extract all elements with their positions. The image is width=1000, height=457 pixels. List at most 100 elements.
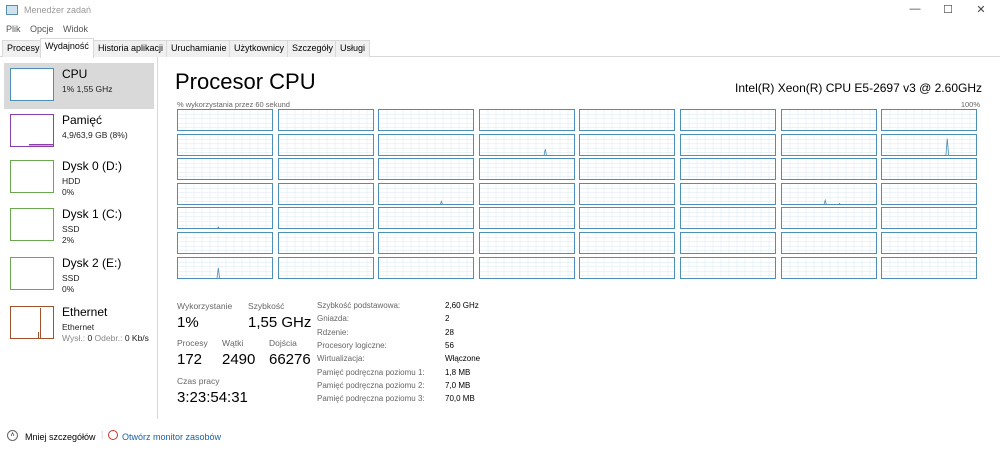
usage-line (379, 159, 474, 180)
cpu-model: Intel(R) Xeon(R) CPU E5-2697 v3 @ 2.60GH… (735, 81, 982, 95)
sidebar-item-value: 0% (62, 284, 75, 294)
disk-thumbnail-graph (10, 208, 54, 241)
handles-label: Dojścia (269, 338, 297, 348)
sidebar-item-value: 2% (62, 235, 75, 245)
logical-processor-graph (780, 182, 877, 205)
maximize-button[interactable]: ☐ (933, 3, 963, 19)
sidebar-item-type: HDD (62, 176, 81, 186)
usage-line (278, 159, 373, 180)
detail-label: Szybkość podstawowa: (317, 301, 401, 310)
usage-line (479, 257, 574, 278)
sidebar-item-cpu[interactable]: CPU 1% 1,55 GHz (4, 63, 154, 109)
usage-line (580, 208, 675, 229)
close-button[interactable]: ✕ (966, 3, 996, 19)
sidebar-item-value: Wysł.: 0 Odebr.: 0 Kb/s (62, 333, 149, 343)
usage-line (278, 134, 373, 155)
detail-value: 2 (445, 314, 450, 324)
fewer-details-button[interactable]: Mniej szczegółów (25, 432, 96, 442)
usage-line (379, 257, 474, 278)
memory-thumbnail-graph (10, 114, 54, 147)
sent-value: 0 (87, 333, 93, 343)
disk-thumbnail-graph (10, 160, 54, 193)
logical-processor-graph (881, 109, 978, 131)
tab-performance[interactable]: Wydajność (40, 38, 94, 58)
tab-services[interactable]: Usługi (335, 40, 371, 57)
tab-users[interactable]: Użytkownicy (229, 40, 290, 57)
usage-line (379, 134, 474, 155)
usage-line (681, 110, 775, 130)
tab-app-history[interactable]: Historia aplikacji (93, 40, 169, 57)
usage-line (882, 208, 977, 229)
logical-processor-graph (680, 182, 776, 205)
sidebar-item-disk-1[interactable]: Dysk 1 (C:) SSD 2% (4, 203, 154, 249)
chevron-up-icon[interactable]: ˄ (7, 430, 18, 441)
received-value: 0 Kb/s (124, 333, 149, 343)
logical-processor-graph (881, 256, 978, 279)
tab-startup[interactable]: Uruchamianie (166, 40, 232, 57)
tab-processes[interactable]: Procesy (2, 40, 45, 57)
usage-line (781, 183, 876, 204)
usage-line (681, 134, 775, 155)
logical-processor-graph (780, 256, 877, 279)
detail-label: Pamięć podręczna poziomu 3: (317, 394, 425, 404)
processes-value: 172 (177, 351, 203, 368)
usage-line (278, 208, 373, 229)
logical-processor-graph (579, 158, 676, 181)
usage-line (681, 233, 775, 253)
menu-file[interactable]: Plik (6, 24, 21, 34)
logical-processor-graph (277, 207, 374, 230)
usage-line (178, 110, 272, 130)
sidebar-item-disk-0[interactable]: Dysk 0 (D:) HDD 0% (4, 155, 154, 201)
logical-processor-graph (680, 109, 776, 131)
sidebar-item-type: SSD (62, 224, 80, 234)
detail-value: 70,0 MB (445, 394, 475, 404)
menu-view[interactable]: Widok (63, 24, 88, 34)
menu-options[interactable]: Opcje (30, 24, 54, 34)
sidebar-item-ethernet[interactable]: Ethernet Ethernet Wysł.: 0 Odebr.: 0 Kb/… (4, 301, 154, 347)
logical-processor-graph (680, 232, 776, 254)
sidebar-item-memory[interactable]: Pamięć 4,9/63,9 GB (8%) (4, 109, 154, 155)
logical-processor-graph (780, 207, 877, 230)
logical-processor-graph (881, 158, 978, 181)
logical-processor-graph (478, 182, 575, 205)
minimize-button[interactable]: — (900, 3, 930, 19)
usage-line (178, 257, 272, 278)
logical-processor-graph (277, 182, 374, 205)
logical-processor-graph (177, 182, 273, 205)
speed-label: Szybkość (248, 301, 285, 311)
logical-processor-graph (177, 109, 273, 131)
detail-value: 56 (445, 340, 454, 350)
resource-sidebar: CPU 1% 1,55 GHz Pamięć 4,9/63,9 GB (8%) … (0, 57, 158, 419)
usage-line (479, 110, 574, 130)
logical-processor-graph (680, 207, 776, 230)
open-resource-monitor-link[interactable]: Otwórz monitor zasobów (122, 432, 221, 442)
usage-line (278, 233, 373, 253)
detail-label: Pamięć podręczna poziomu 2: (317, 380, 425, 390)
usage-line (580, 257, 675, 278)
usage-line (681, 183, 775, 204)
graph-label: % wykorzystania przez 60 sekund (177, 100, 290, 109)
logical-processor-graph (177, 133, 273, 156)
threads-label: Wątki (222, 338, 244, 348)
logical-processor-graph (579, 256, 676, 279)
cpu-panel: Procesor CPU Intel(R) Xeon(R) CPU E5-269… (160, 57, 1000, 419)
usage-line (781, 233, 876, 253)
logical-processor-graph (378, 207, 475, 230)
tab-bar: Procesy Wydajność Historia aplikacji Uru… (0, 38, 1000, 58)
usage-label: Wykorzystanie (177, 301, 233, 311)
usage-line (379, 233, 474, 253)
disk-thumbnail-graph (10, 257, 54, 290)
sidebar-item-value: 1% 1,55 GHz (62, 84, 113, 94)
tab-details[interactable]: Szczegóły (287, 40, 339, 57)
uptime-value: 3:23:54:31 (177, 389, 248, 406)
graph-max-label: 100% (960, 100, 980, 109)
logical-processor-graph (378, 109, 475, 131)
speed-value: 1,55 GHz (248, 314, 312, 331)
sidebar-item-label: CPU (62, 67, 88, 81)
sidebar-item-disk-2[interactable]: Dysk 2 (E:) SSD 0% (4, 252, 154, 298)
logical-processor-graph (881, 232, 978, 254)
threads-value: 2490 (222, 351, 256, 368)
detail-label: Wirtualizacja: (317, 354, 365, 364)
usage-line (278, 257, 373, 278)
detail-value: Włączone (445, 354, 481, 364)
